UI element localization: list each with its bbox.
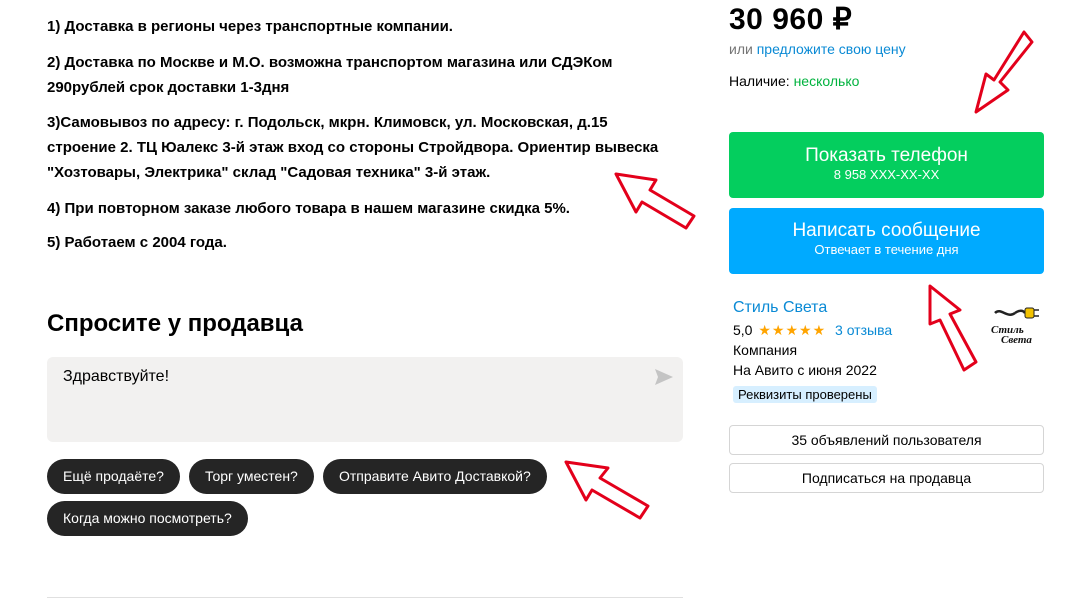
verified-badge: Реквизиты проверены — [733, 386, 877, 403]
chip-avito-delivery[interactable]: Отправите Авито Доставкой? — [323, 459, 547, 494]
subscribe-seller-button[interactable]: Подписаться на продавца — [729, 463, 1044, 493]
rating-value: 5,0 — [733, 322, 753, 338]
svg-text:Света: Света — [1001, 334, 1032, 345]
reviews-link[interactable]: 3 отзыва — [835, 322, 892, 338]
info-line-1: 1) Доставка в регионы через транспортные… — [47, 18, 453, 35]
divider — [47, 597, 683, 598]
show-phone-button[interactable]: Показать телефон 8 958 XXX-XX-XX — [729, 132, 1044, 198]
chip-bargain[interactable]: Торг уместен? — [189, 459, 314, 494]
info-line-2: 2) Доставка по Москве и М.О. возможна тр… — [47, 54, 613, 96]
chip-when-view[interactable]: Когда можно посмотреть? — [47, 501, 248, 536]
write-message-label: Написать сообщение — [792, 220, 981, 241]
message-input[interactable]: Здравствуйте! — [47, 357, 683, 442]
send-arrow-icon[interactable] — [655, 369, 673, 385]
phone-mask: 8 958 XXX-XX-XX — [833, 167, 940, 182]
user-ads-button[interactable]: 35 объявлений пользователя — [729, 425, 1044, 455]
offer-price-link[interactable]: предложите свою цену — [757, 41, 906, 57]
availability-value: несколько — [793, 73, 860, 89]
offer-price: или предложите свою цену — [729, 41, 906, 57]
seller-name-link[interactable]: Стиль Света — [733, 299, 827, 317]
seller-logo[interactable]: Стиль Света — [989, 305, 1044, 346]
chip-still-selling[interactable]: Ещё продаёте? — [47, 459, 180, 494]
seller-since: На Авито с июня 2022 — [733, 362, 877, 378]
annotation-arrow-icon — [564, 460, 650, 520]
annotation-arrow-icon — [928, 284, 978, 372]
plug-icon: Стиль Света — [991, 307, 1039, 346]
rating-stars-icon: ★★★★★ — [758, 322, 827, 338]
ask-seller-title: Спросите у продавца — [47, 310, 303, 337]
annotation-arrow-icon — [614, 172, 696, 230]
offer-prefix: или — [729, 41, 757, 57]
message-input-value: Здравствуйте! — [63, 368, 170, 385]
availability: Наличие: несколько — [729, 73, 859, 89]
info-line-5: 5) Работаем с 2004 года. — [47, 234, 227, 251]
show-phone-label: Показать телефон — [805, 145, 968, 166]
availability-label: Наличие: — [729, 73, 794, 89]
write-message-button[interactable]: Написать сообщение Отвечает в течение дн… — [729, 208, 1044, 274]
seller-rating: 5,0 ★★★★★ 3 отзыва — [733, 322, 892, 339]
price: 30 960 ₽ — [729, 3, 853, 36]
info-line-3: 3)Самовывоз по адресу: г. Подольск, мкрн… — [47, 114, 659, 181]
response-time: Отвечает в течение дня — [814, 242, 959, 257]
seller-type: Компания — [733, 342, 798, 358]
info-line-4: 4) При повторном заказе любого товара в … — [47, 200, 570, 217]
annotation-arrow-icon — [974, 30, 1034, 114]
